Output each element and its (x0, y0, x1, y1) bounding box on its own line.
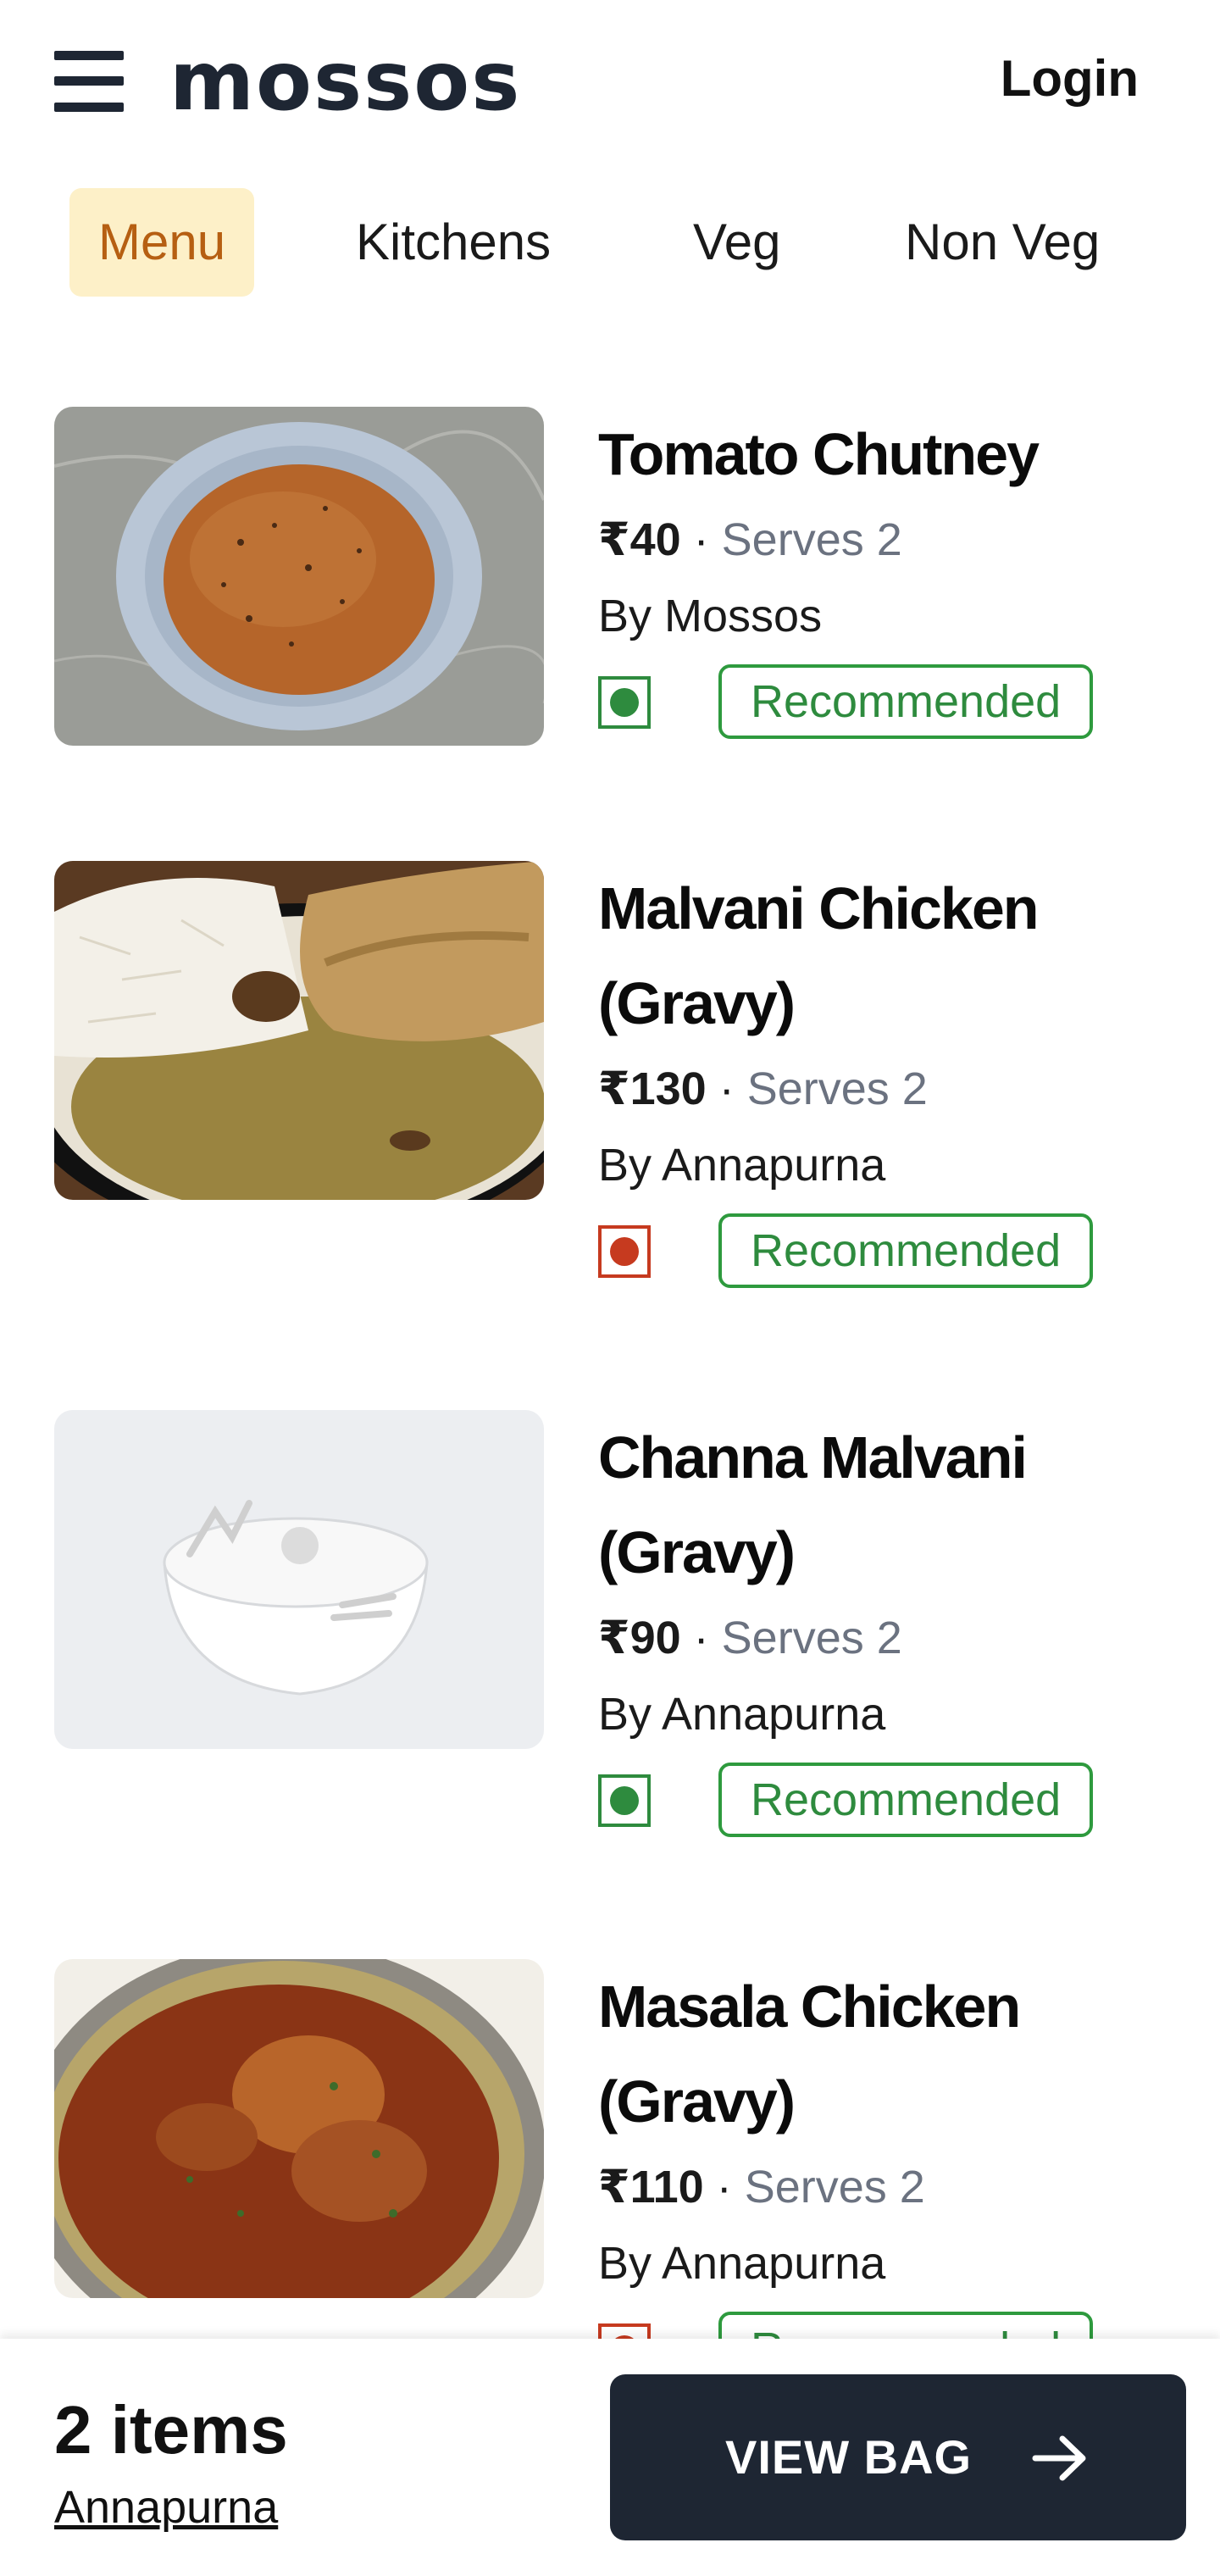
food-image[interactable] (54, 407, 544, 746)
item-info: Tomato Chutney ₹40 · Serves 2 By Mossos … (598, 407, 1186, 746)
login-link[interactable]: Login (1001, 49, 1139, 108)
item-price-line: ₹40 · Serves 2 (598, 502, 1186, 578)
item-name[interactable]: Channa Malvani (Gravy) (598, 1410, 1186, 1600)
view-bag-button[interactable]: VIEW BAG (610, 2374, 1186, 2540)
item-badges: Recommended (598, 664, 1186, 746)
item-name[interactable]: Malvani Chicken (Gravy) (598, 861, 1186, 1051)
recommended-badge: Recommended (718, 1763, 1094, 1837)
food-image[interactable] (54, 1959, 544, 2298)
nonveg-indicator-icon (598, 1225, 651, 1278)
separator: · (716, 2162, 732, 2212)
brand-logo[interactable]: mossos (169, 32, 521, 130)
item-kitchen: By Annapurna (598, 1689, 886, 1740)
tab-kitchens[interactable]: Kitchens (356, 188, 551, 297)
item-name-line: (Gravy) (598, 1519, 796, 1585)
item-name[interactable]: Masala Chicken (Gravy) (598, 1959, 1186, 2149)
tab-veg[interactable]: Veg (693, 188, 780, 297)
item-name-line: Masala Chicken (598, 1974, 1021, 2040)
arrow-right-icon (1032, 2435, 1086, 2481)
item-name-line: (Gravy) (598, 970, 796, 1036)
recommended-badge: Recommended (718, 664, 1094, 739)
item-info: Malvani Chicken (Gravy) ₹130 · Serves 2 … (598, 861, 1186, 1295)
item-serves: Serves 2 (721, 514, 902, 565)
separator: · (693, 514, 709, 565)
bag-summary-bar: 2 items Annapurna VIEW BAG (0, 2339, 1220, 2576)
food-image[interactable] (54, 861, 544, 1200)
separator: · (718, 1063, 735, 1114)
tab-non-veg[interactable]: Non Veg (905, 188, 1100, 297)
hamburger-menu-icon[interactable] (54, 51, 124, 112)
bag-item-count: 2 items (54, 2392, 288, 2468)
item-price: ₹110 (598, 2162, 704, 2212)
item-price-line: ₹130 · Serves 2 (598, 1051, 1186, 1127)
item-name[interactable]: Tomato Chutney (598, 407, 1186, 502)
item-info: Masala Chicken (Gravy) ₹110 · Serves 2 B… (598, 1959, 1186, 2393)
item-name-line: Channa Malvani (598, 1424, 1028, 1491)
item-serves: Serves 2 (721, 1613, 902, 1663)
item-price-line: ₹110 · Serves 2 (598, 2149, 1186, 2225)
view-bag-label: VIEW BAG (725, 2430, 973, 2484)
item-badges: Recommended (598, 1213, 1186, 1295)
item-info: Channa Malvani (Gravy) ₹90 · Serves 2 By… (598, 1410, 1186, 1844)
item-kitchen: By Annapurna (598, 2238, 886, 2289)
veg-indicator-icon (598, 676, 651, 729)
item-serves: Serves 2 (746, 1063, 928, 1114)
bag-kitchen-link[interactable]: Annapurna (54, 2481, 278, 2534)
item-price-line: ₹90 · Serves 2 (598, 1600, 1186, 1676)
item-name-line: Malvani Chicken (598, 875, 1040, 941)
food-image-placeholder[interactable] (54, 1410, 544, 1749)
item-badges: Recommended (598, 1763, 1186, 1844)
recommended-badge: Recommended (718, 1213, 1094, 1288)
item-serves: Serves 2 (744, 2162, 925, 2212)
item-kitchen: By Annapurna (598, 1140, 886, 1191)
item-kitchen: By Mossos (598, 591, 823, 641)
item-price: ₹40 (598, 514, 681, 565)
separator: · (693, 1613, 709, 1663)
item-name-line: (Gravy) (598, 2068, 796, 2135)
app-header: mossos Login (0, 0, 1220, 161)
tab-menu[interactable]: Menu (69, 188, 255, 297)
veg-indicator-icon (598, 1774, 651, 1827)
item-price: ₹130 (598, 1063, 707, 1114)
category-tabs: Menu Kitchens Veg Non Veg (0, 188, 1220, 300)
item-price: ₹90 (598, 1613, 681, 1663)
